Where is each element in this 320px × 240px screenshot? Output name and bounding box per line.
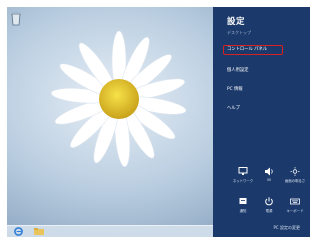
tile-keyboard-label: キーボード <box>286 209 304 213</box>
file-explorer-icon[interactable] <box>34 228 44 235</box>
desktop-screen: 設定 デスクトップ コントロール パネル 個人用設定 PC 情報 ヘルプ ネット… <box>7 7 310 237</box>
notifications-icon <box>239 198 247 204</box>
tile-notifications-label: 通知 <box>239 209 247 213</box>
menu-item-help[interactable]: ヘルプ <box>227 105 240 111</box>
tile-power-label: 電源 <box>265 209 273 213</box>
keyboard-icon <box>290 198 300 205</box>
tile-volume-label: 50 <box>266 178 272 182</box>
brightness-icon <box>290 167 300 176</box>
power-icon <box>265 197 273 206</box>
menu-item-pc-info[interactable]: PC 情報 <box>227 86 243 92</box>
charm-subtitle: デスクトップ <box>227 30 251 35</box>
tile-network-label: ネットワーク <box>232 179 254 183</box>
volume-icon <box>265 167 273 176</box>
tile-volume[interactable]: 50 <box>257 167 281 189</box>
tile-power[interactable]: 電源 <box>257 197 281 219</box>
tile-brightness[interactable]: 画面の明るさ <box>283 167 307 189</box>
tile-keyboard[interactable]: キーボード <box>283 197 307 219</box>
tile-notifications[interactable]: 通知 <box>231 197 255 219</box>
internet-explorer-icon[interactable] <box>14 227 23 236</box>
network-icon <box>238 167 248 175</box>
menu-item-control-panel[interactable]: コントロール パネル <box>223 45 283 55</box>
settings-charm-panel: 設定 デスクトップ コントロール パネル 個人用設定 PC 情報 ヘルプ ネット… <box>213 7 310 237</box>
tile-network[interactable]: ネットワーク <box>231 167 255 189</box>
menu-item-personalization[interactable]: 個人用設定 <box>227 67 248 73</box>
change-pc-settings-link[interactable]: PC 設定の変更 <box>274 225 300 231</box>
taskbar <box>7 225 213 237</box>
charm-title: 設定 <box>227 17 246 27</box>
tile-brightness-label: 画面の明るさ <box>284 179 306 183</box>
recycle-bin-icon[interactable] <box>10 10 22 26</box>
